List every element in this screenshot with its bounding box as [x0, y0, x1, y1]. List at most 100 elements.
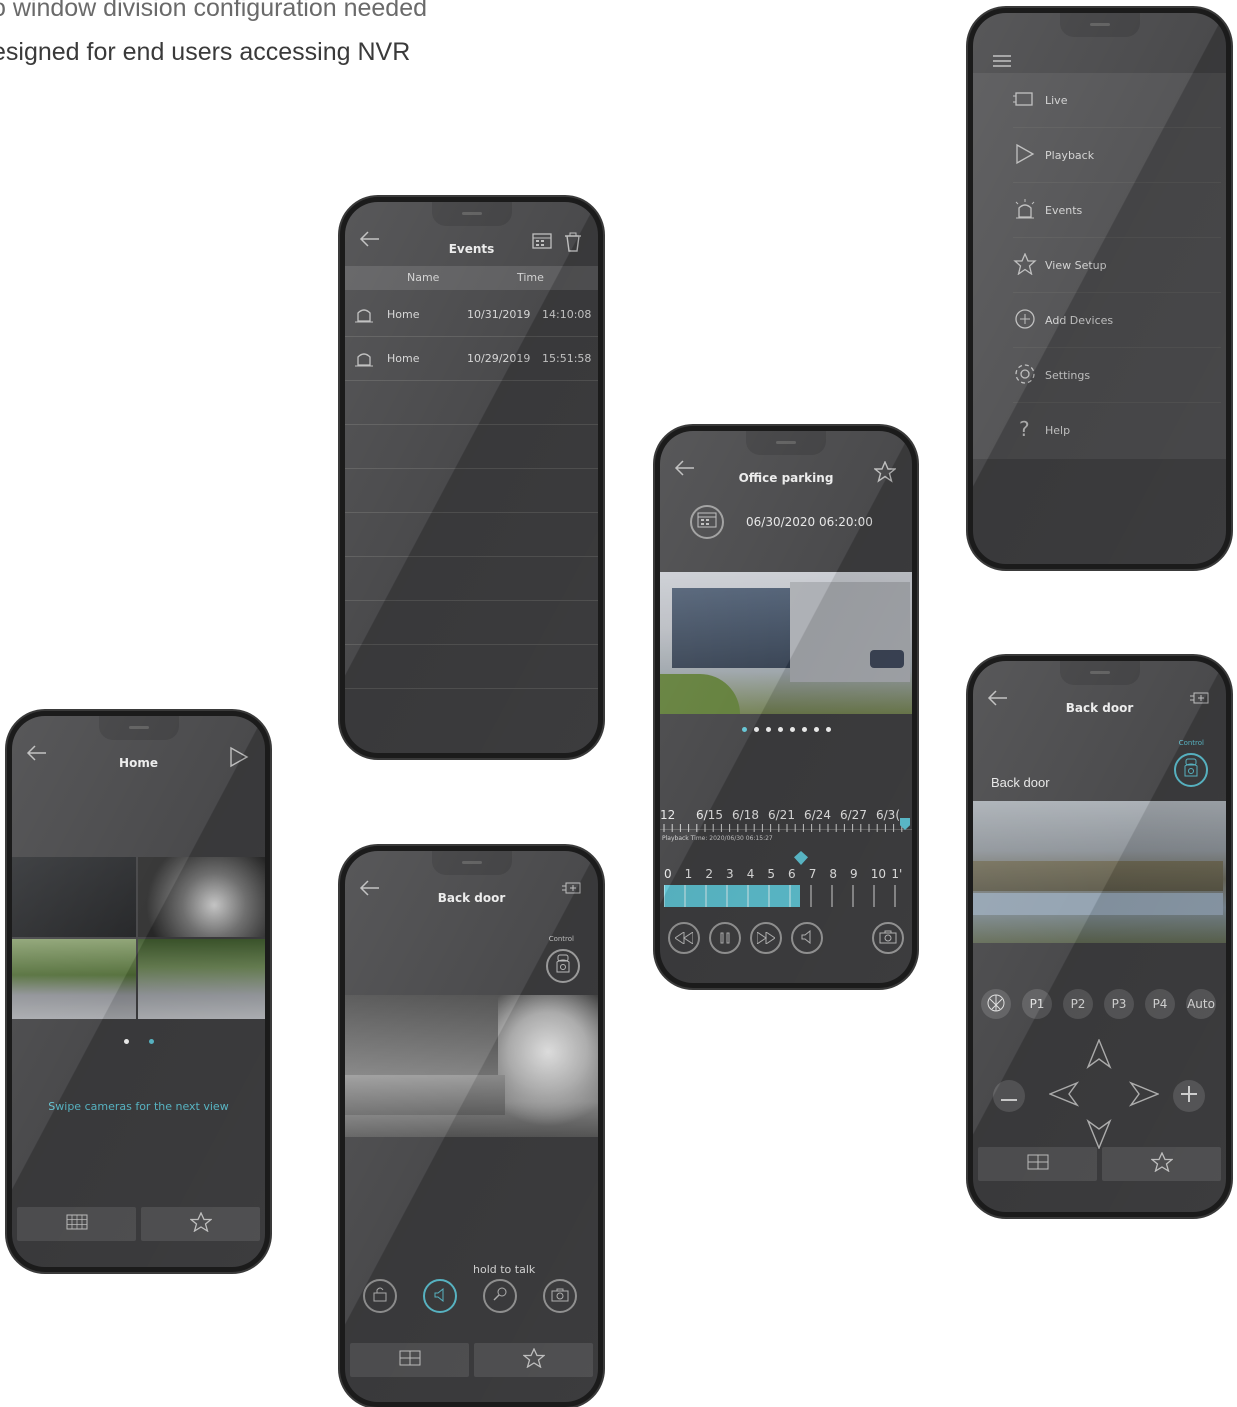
plus-icon: [1181, 1086, 1197, 1106]
back-door-title: Back door: [437, 891, 506, 905]
event-row[interactable]: Home 10/31/2019 14:10:08: [345, 292, 598, 337]
menu-item-view-setup[interactable]: View Setup: [1013, 238, 1221, 293]
hour-timeline[interactable]: 0 1 2 3 4 5 6 7 8 9 10 1': [660, 867, 912, 909]
page-dot[interactable]: [148, 1039, 154, 1044]
menu-item-label: View Setup: [1045, 258, 1107, 272]
date-tick-labels: 12 6/15 6/18 6/21 6/24 6/27 6/3(: [660, 808, 912, 822]
snapshot-button[interactable]: [543, 1279, 577, 1313]
favorites-button[interactable]: [141, 1207, 260, 1241]
menu-item-help[interactable]: ? Help: [1013, 403, 1221, 457]
page-dot[interactable]: [753, 727, 759, 732]
time-marker[interactable]: [794, 851, 808, 865]
preset-auto-button[interactable]: Auto: [1186, 989, 1216, 1019]
menu-item-label: Settings: [1045, 368, 1091, 382]
speaker-icon: [433, 1287, 447, 1306]
camera-view-back-door-day[interactable]: [973, 801, 1226, 943]
timeline-tick-label: 9: [850, 867, 858, 881]
home-screen: Home Swipe cameras for the next view: [12, 716, 265, 1267]
pan-up-button[interactable]: [1086, 1038, 1112, 1073]
hamburger-icon[interactable]: [993, 53, 1011, 72]
grid-view-button[interactable]: [978, 1147, 1097, 1181]
fast-forward-button[interactable]: [750, 922, 782, 954]
page-dot[interactable]: [777, 727, 783, 732]
menu-item-playback[interactable]: Playback: [1013, 128, 1221, 183]
rewind-button[interactable]: [668, 922, 700, 954]
ptz-control-button[interactable]: [546, 949, 580, 983]
page-dot[interactable]: [123, 1039, 129, 1044]
add-window-icon[interactable]: [562, 881, 582, 895]
playback-datetime: 06/30/2020 06:20:00: [746, 515, 873, 529]
preset-buttons: P1 P2 P3 P4 Auto: [981, 989, 1216, 1019]
calendar-button[interactable]: [690, 505, 724, 539]
timeline-tick-label: 12: [660, 808, 676, 822]
star-icon: [188, 1211, 213, 1236]
event-date: 10/29/2019: [467, 351, 531, 365]
page-dot[interactable]: [765, 727, 771, 732]
camera-tile-3[interactable]: [12, 939, 136, 1019]
timeline-tick-label: 5: [767, 867, 775, 881]
trash-icon[interactable]: [564, 232, 582, 256]
preset-p2-button[interactable]: P2: [1063, 989, 1093, 1019]
talk-controls: [363, 1279, 577, 1313]
hold-to-talk-label: hold to talk: [473, 1263, 536, 1276]
favorites-button[interactable]: [1102, 1147, 1221, 1181]
star-icon: [1149, 1151, 1174, 1176]
page-dot[interactable]: [825, 727, 831, 732]
zoom-in-button[interactable]: [1173, 1080, 1205, 1112]
event-row[interactable]: Home 10/29/2019 15:51:58: [345, 336, 598, 381]
camera-tile-4[interactable]: [138, 939, 265, 1019]
preset-p4-button[interactable]: P4: [1145, 989, 1175, 1019]
arrow-up-icon: [1086, 1038, 1112, 1073]
favorite-star-icon[interactable]: [874, 461, 896, 483]
camera-view-office-parking[interactable]: [660, 572, 912, 714]
camera-tile-1[interactable]: [12, 857, 136, 937]
add-window-icon[interactable]: [1190, 691, 1210, 705]
page-dot[interactable]: [801, 727, 807, 732]
snapshot-button[interactable]: [872, 922, 904, 954]
control-label: Control: [1178, 739, 1204, 747]
grid-view-button[interactable]: [350, 1343, 469, 1377]
pan-right-button[interactable]: [1128, 1081, 1160, 1111]
menu-item-events[interactable]: Events: [1013, 183, 1221, 238]
date-timeline[interactable]: 12 6/15 6/18 6/21 6/24 6/27 6/3(: [660, 808, 912, 832]
plus-circle-icon: [1013, 308, 1037, 333]
grid-icon: [399, 1350, 421, 1370]
empty-row: [345, 424, 598, 469]
unlock-button[interactable]: [363, 1279, 397, 1313]
phone-notch: [431, 851, 512, 875]
page-dot[interactable]: [813, 727, 819, 732]
menu-item-settings[interactable]: Settings: [1013, 348, 1221, 403]
timeline-tick-label: 10: [870, 867, 886, 881]
page-dot[interactable]: [741, 727, 747, 732]
grid-view-button[interactable]: [17, 1207, 136, 1241]
preset-p3-button[interactable]: P3: [1104, 989, 1134, 1019]
menu-item-live[interactable]: Live: [1013, 73, 1221, 128]
zoom-out-button[interactable]: [993, 1080, 1025, 1112]
camera-view-back-door-night[interactable]: [345, 995, 598, 1137]
preset-p1-button[interactable]: P1: [1022, 989, 1052, 1019]
page-dot[interactable]: [789, 727, 795, 732]
audio-button[interactable]: [791, 922, 823, 954]
ptz-control-button[interactable]: [1174, 753, 1208, 787]
timeline-tick-label: 1: [684, 867, 693, 881]
bottom-toolbar: [17, 1207, 260, 1241]
iris-button[interactable]: [981, 989, 1011, 1019]
timeline-tick-label: 6/27: [840, 808, 867, 822]
camera-tile-2[interactable]: [138, 857, 265, 937]
phone-notch: [746, 431, 826, 455]
calendar-icon[interactable]: [532, 232, 552, 256]
fast-forward-icon: [756, 929, 776, 948]
favorites-button[interactable]: [474, 1343, 593, 1377]
pause-button[interactable]: [709, 922, 741, 954]
pan-left-button[interactable]: [1048, 1081, 1080, 1111]
audio-button[interactable]: [423, 1279, 457, 1313]
alarm-icon: [353, 348, 375, 371]
talk-button[interactable]: [483, 1279, 517, 1313]
menu-item-add-devices[interactable]: Add Devices: [1013, 293, 1221, 348]
play-icon[interactable]: [229, 746, 249, 768]
pause-icon: [719, 929, 731, 948]
grid-icon: [1027, 1154, 1049, 1174]
phone-menu: Live Playback Events View Setup Add Devi…: [968, 8, 1231, 569]
hills: [973, 861, 1223, 891]
events-screen: Events Name Time Home 10/31/2019 14:10:0…: [345, 202, 598, 753]
